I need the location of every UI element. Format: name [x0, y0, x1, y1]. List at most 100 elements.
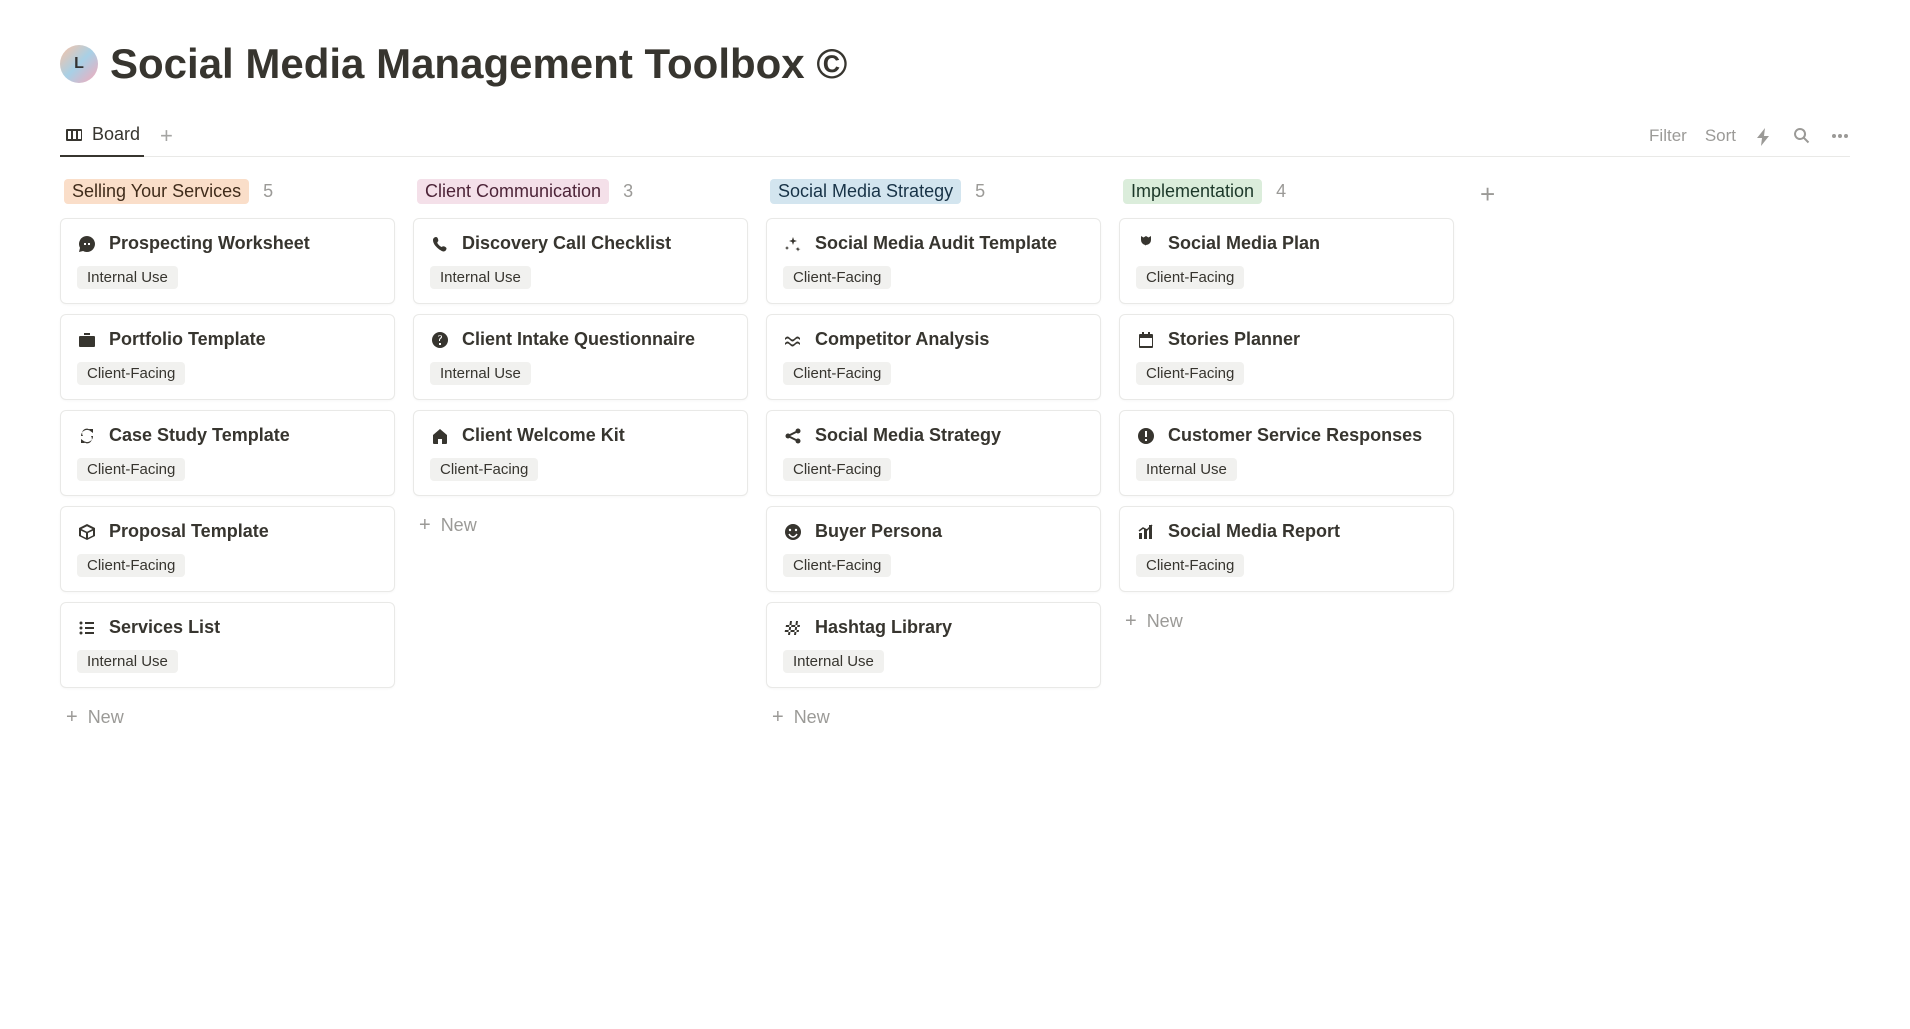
column-header[interactable]: Social Media Strategy5	[766, 179, 1101, 204]
card-tag: Internal Use	[77, 650, 178, 673]
card-tag: Client-Facing	[77, 362, 185, 385]
chart-icon	[1136, 522, 1156, 542]
card-title-row: Stories Planner	[1136, 329, 1437, 350]
card-title: Portfolio Template	[109, 329, 266, 350]
phone-icon	[430, 234, 450, 254]
board-column: Client Communication 3 Discovery Call Chec…	[413, 179, 748, 545]
card-tag: Client-Facing	[77, 554, 185, 577]
card-title-row: Services List	[77, 617, 378, 638]
card-title-row: Client Intake Questionnaire	[430, 329, 731, 350]
card-title: Customer Service Responses	[1168, 425, 1422, 446]
board-card[interactable]: Portfolio Template Client-Facing	[60, 314, 395, 400]
list-icon	[77, 618, 97, 638]
column-count: 3	[623, 181, 633, 202]
smile-icon	[783, 522, 803, 542]
board-card[interactable]: Customer Service Responses Internal Use	[1119, 410, 1454, 496]
automations-icon[interactable]	[1754, 126, 1774, 146]
card-title: Client Welcome Kit	[462, 425, 625, 446]
column-label: Client Communication	[417, 179, 609, 204]
board-card[interactable]: Services List Internal Use	[60, 602, 395, 688]
card-title: Stories Planner	[1168, 329, 1300, 350]
new-label: New	[88, 707, 124, 728]
board-card[interactable]: Social Media Audit TemplateClient-Facing	[766, 218, 1101, 304]
card-tag: Client-Facing	[1136, 362, 1244, 385]
board-card[interactable]: Competitor Analysis Client-Facing	[766, 314, 1101, 400]
new-card-button[interactable]: +New	[766, 698, 1101, 737]
card-tag: Client-Facing	[77, 458, 185, 481]
column-header[interactable]: Implementation4	[1119, 179, 1454, 204]
board-card[interactable]: Client Welcome Kit Client-Facing	[413, 410, 748, 496]
new-label: New	[794, 707, 830, 728]
search-icon[interactable]	[1792, 126, 1812, 146]
column-label: Selling Your Services	[64, 179, 249, 204]
card-tag: Client-Facing	[783, 362, 891, 385]
card-tag: Client-Facing	[783, 458, 891, 481]
tab-board[interactable]: Board	[60, 116, 144, 157]
card-title: Proposal Template	[109, 521, 269, 542]
plus-icon: +	[66, 706, 78, 729]
card-title: Social Media Plan	[1168, 233, 1320, 254]
card-title-row: Social Media Strategy	[783, 425, 1084, 446]
card-tag: Internal Use	[430, 362, 531, 385]
chat-icon	[77, 234, 97, 254]
new-card-button[interactable]: + New	[60, 698, 395, 737]
sort-button[interactable]: Sort	[1705, 126, 1736, 146]
card-tag: Internal Use	[783, 650, 884, 673]
column-label: Implementation	[1123, 179, 1262, 204]
box-icon	[77, 522, 97, 542]
new-label: New	[441, 515, 477, 536]
column-header[interactable]: Selling Your Services 5	[60, 179, 395, 204]
board-card[interactable]: Discovery Call ChecklistInternal Use	[413, 218, 748, 304]
wave-icon	[783, 330, 803, 350]
board-card[interactable]: Prospecting Worksheet Internal Use	[60, 218, 395, 304]
board-column: Implementation4Social Media PlanClient-F…	[1119, 179, 1454, 641]
board-container: Selling Your Services 5 Prospecting Worksh…	[60, 179, 1850, 737]
toolbar-actions: Filter Sort	[1649, 126, 1850, 146]
new-card-button[interactable]: + New	[413, 506, 748, 545]
column-header[interactable]: Client Communication 3	[413, 179, 748, 204]
card-title-row: Competitor Analysis	[783, 329, 1084, 350]
card-tag: Client-Facing	[430, 458, 538, 481]
column-label: Social Media Strategy	[770, 179, 961, 204]
card-title-row: Portfolio Template	[77, 329, 378, 350]
board-card[interactable]: Hashtag Library Internal Use	[766, 602, 1101, 688]
card-tag: Client-Facing	[783, 554, 891, 577]
card-title: Services List	[109, 617, 220, 638]
card-title: Social Media Report	[1168, 521, 1340, 542]
board-card[interactable]: Case Study Template Client-Facing	[60, 410, 395, 496]
card-title-row: Social Media Plan	[1136, 233, 1437, 254]
card-title-row: Prospecting Worksheet	[77, 233, 378, 254]
card-title: Case Study Template	[109, 425, 290, 446]
board-column: Selling Your Services 5 Prospecting Worksh…	[60, 179, 395, 737]
home-icon	[430, 426, 450, 446]
plus-icon: +	[419, 514, 431, 537]
board-card[interactable]: Social Media PlanClient-Facing	[1119, 218, 1454, 304]
column-count: 5	[263, 181, 273, 202]
plus-icon: +	[1125, 610, 1137, 633]
card-title-row: Social Media Report	[1136, 521, 1437, 542]
filter-button[interactable]: Filter	[1649, 126, 1687, 146]
add-column-button[interactable]: +	[1472, 179, 1503, 210]
page-title: Social Media Management Toolbox ©	[110, 40, 847, 88]
card-tag: Internal Use	[1136, 458, 1237, 481]
card-tag: Internal Use	[77, 266, 178, 289]
board-card[interactable]: Buyer PersonaClient-Facing	[766, 506, 1101, 592]
new-card-button[interactable]: +New	[1119, 602, 1454, 641]
portfolio-icon	[77, 330, 97, 350]
card-title-row: Case Study Template	[77, 425, 378, 446]
card-title-row: Social Media Audit Template	[783, 233, 1084, 254]
view-toolbar: Board + Filter Sort	[60, 116, 1850, 157]
page-icon: L	[60, 45, 98, 83]
card-title: Social Media Audit Template	[815, 233, 1057, 254]
board-card[interactable]: Stories Planner Client-Facing	[1119, 314, 1454, 400]
more-icon[interactable]	[1830, 126, 1850, 146]
add-view-button[interactable]: +	[152, 123, 181, 149]
board-card[interactable]: Proposal Template Client-Facing	[60, 506, 395, 592]
board-card[interactable]: Social Media Report Client-Facing	[1119, 506, 1454, 592]
board-card[interactable]: Client Intake Questionnaire Internal Use	[413, 314, 748, 400]
card-tag: Client-Facing	[1136, 554, 1244, 577]
refresh-icon	[77, 426, 97, 446]
board-card[interactable]: Social Media Strategy Client-Facing	[766, 410, 1101, 496]
card-title-row: Hashtag Library	[783, 617, 1084, 638]
card-title: Prospecting Worksheet	[109, 233, 310, 254]
